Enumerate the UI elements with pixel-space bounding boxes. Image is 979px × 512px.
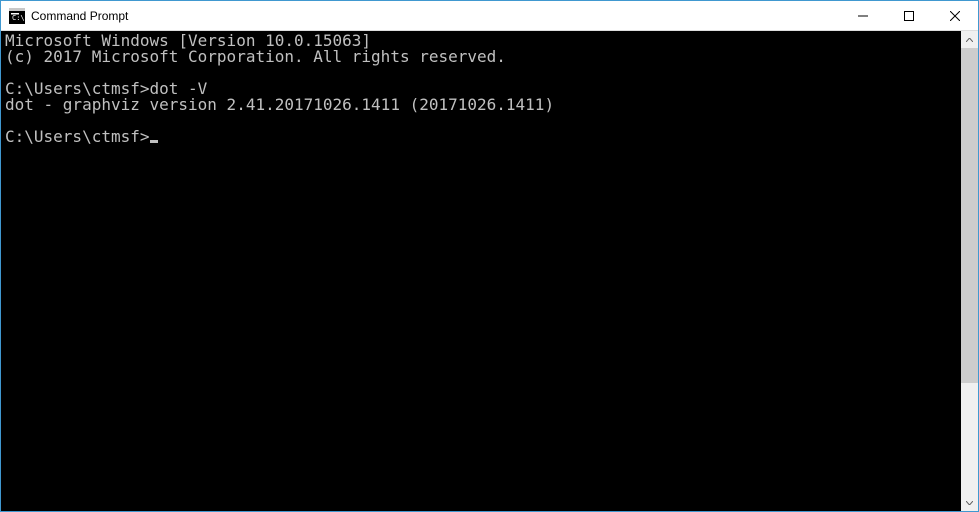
- terminal-output[interactable]: Microsoft Windows [Version 10.0.15063](c…: [1, 31, 961, 511]
- scrollbar-track[interactable]: [961, 48, 978, 494]
- window-title: Command Prompt: [31, 9, 840, 23]
- window-controls: [840, 1, 978, 30]
- app-icon: C:\: [9, 8, 25, 24]
- terminal-line: C:\Users\ctmsf>: [5, 129, 961, 145]
- client-area: Microsoft Windows [Version 10.0.15063](c…: [1, 31, 978, 511]
- vertical-scrollbar[interactable]: [961, 31, 978, 511]
- close-button[interactable]: [932, 1, 978, 30]
- titlebar[interactable]: C:\ Command Prompt: [1, 1, 978, 31]
- cursor: [150, 140, 158, 143]
- scroll-up-button[interactable]: [961, 31, 978, 48]
- command-prompt-window: C:\ Command Prompt Microsoft Windows [Ve…: [0, 0, 979, 512]
- terminal-line: dot - graphviz version 2.41.20171026.141…: [5, 97, 961, 113]
- minimize-button[interactable]: [840, 1, 886, 30]
- scrollbar-thumb[interactable]: [961, 48, 978, 383]
- terminal-line: (c) 2017 Microsoft Corporation. All righ…: [5, 49, 961, 65]
- scroll-down-button[interactable]: [961, 494, 978, 511]
- maximize-button[interactable]: [886, 1, 932, 30]
- svg-text:C:\: C:\: [12, 14, 25, 22]
